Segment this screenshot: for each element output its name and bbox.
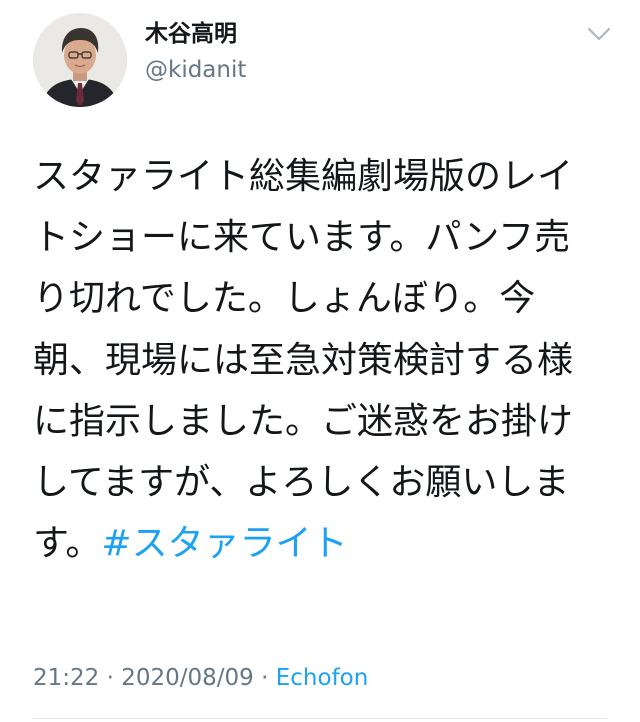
profile-photo-icon [33, 13, 127, 107]
tweet-time: 21:22 [33, 665, 100, 691]
display-name[interactable]: 木谷高明 [145, 20, 246, 48]
tweet-card: 木谷高明 @kidanit スタァライト総集編劇場版のレイトショーに来ています。… [0, 0, 640, 722]
meta-separator: · [253, 665, 276, 691]
avatar[interactable] [33, 13, 127, 107]
meta-separator: · [99, 665, 122, 691]
tweet-body: スタァライト総集編劇場版のレイトショーに来ています。パンフ売り切れでした。しょん… [33, 156, 574, 565]
tweet-text: スタァライト総集編劇場版のレイトショーに来ています。パンフ売り切れでした。しょん… [33, 146, 593, 574]
tweet-date: 2020/08/09 [121, 665, 254, 691]
user-handle[interactable]: @kidanit [145, 55, 246, 85]
chevron-down-icon[interactable] [586, 24, 612, 44]
source-app-link[interactable]: Echofon [276, 665, 369, 691]
hashtag-link[interactable]: #スタァライト [101, 523, 347, 564]
author-block: 木谷高明 @kidanit [145, 20, 246, 85]
tweet-metadata: 21:22 · 2020/08/09 · Echofon [33, 662, 368, 694]
divider [33, 718, 607, 719]
